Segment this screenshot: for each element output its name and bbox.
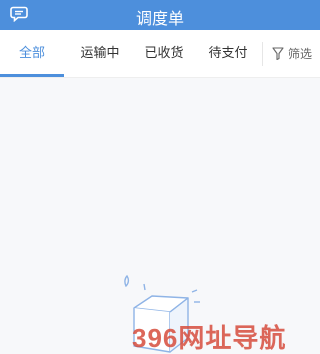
page-title: 调度单	[135, 9, 184, 28]
active-tab-indicator	[0, 74, 64, 77]
tab-pending-payment[interactable]: 待支付	[196, 30, 260, 78]
tab-in-transit[interactable]: 运输中	[68, 30, 132, 78]
order-list-area	[0, 78, 320, 354]
app-header: 调度单	[0, 0, 320, 30]
tab-bar: 全部 运输中 已收货 待支付 筛选	[0, 30, 320, 78]
tab-all[interactable]: 全部	[0, 30, 64, 78]
watermark: 396网址导航	[132, 323, 287, 353]
filter-icon	[272, 47, 284, 60]
tab-divider	[262, 42, 263, 66]
tab-received[interactable]: 已收货	[132, 30, 196, 78]
filter-label: 筛选	[288, 47, 313, 61]
